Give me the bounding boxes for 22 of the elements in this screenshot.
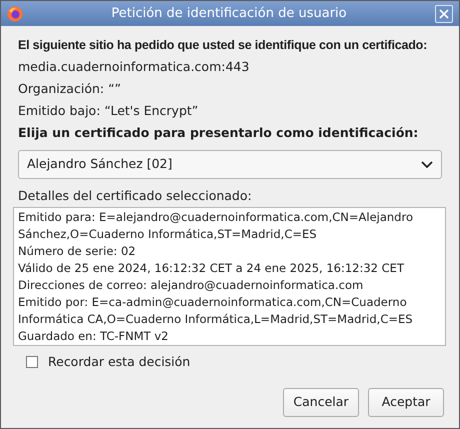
browser-logo-icon [7, 6, 23, 22]
accept-button[interactable]: Aceptar [368, 388, 444, 417]
certificate-dropdown[interactable]: Alejandro Sánchez [02] [18, 150, 442, 179]
certificate-detail-line: Válido de 25 ene 2024, 16:12:32 CET a 24 ene 2025, 16:12:32 CET [18, 260, 405, 277]
certificate-detail-line: Direcciones de correo: alejandro@cuadernoinformatica.com [18, 277, 364, 294]
remember-checkbox[interactable] [26, 356, 38, 368]
choose-heading: Elija un certificado para presentarlo como identificación: [18, 124, 420, 142]
certificate-detail-line: Número de serie: 02 [18, 243, 137, 260]
issuer-text: Emitido bajo: “Let's Encrypt” [18, 102, 200, 120]
window-title: Petición de identificación de usuario [110, 4, 348, 23]
site-address: media.cuadernoinformatica.com:443 [18, 58, 250, 76]
certificate-detail-line: Emitido por: E=ca-admin@cuadernoinformatica.com,CN=Cuaderno Informática CA,O=Cuaderno Informática,L=Madrid,ST=Madrid,C=ES [18, 294, 414, 328]
close-button[interactable] [435, 4, 453, 22]
close-icon [439, 8, 449, 18]
certificate-detail-line: Emitido para: E=alejandro@cuadernoinformatica.com,CN=Alejandro Sánchez,O=Cuaderno Informática,ST=Madrid,C=ES [18, 209, 414, 243]
remember-label: Recordar esta decisión [48, 353, 190, 371]
details-label: Detalles del certificado seleccionado: [18, 187, 253, 205]
chevron-down-icon [421, 160, 433, 168]
request-heading: El siguiente sitio ha pedido que usted se identifique con un certificado: [18, 37, 428, 54]
organization-text: Organización: “” [18, 80, 122, 98]
certificate-detail-line: Guardado en: TC-FNMT v2 [18, 328, 170, 345]
cancel-button[interactable]: Cancelar [283, 388, 359, 417]
